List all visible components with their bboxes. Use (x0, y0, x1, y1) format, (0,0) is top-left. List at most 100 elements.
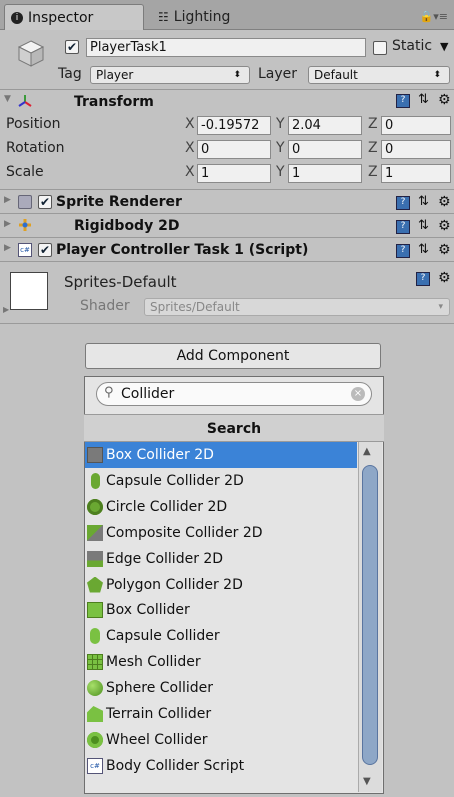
object-name-field[interactable]: PlayerTask1 (86, 38, 366, 57)
gear-icon[interactable]: ⚙ (438, 218, 451, 234)
capsule-collider-2d-icon (91, 472, 100, 489)
add-component-button[interactable]: Add Component (85, 343, 381, 369)
scroll-down-icon[interactable]: ▼ (363, 776, 371, 787)
result-item[interactable]: Mesh Collider (85, 649, 357, 675)
result-item[interactable]: c# Body Collider Script (85, 753, 357, 779)
info-icon: i (11, 11, 23, 24)
gear-icon[interactable]: ⚙ (438, 242, 451, 258)
mesh-collider-icon (87, 654, 103, 671)
rotation-y-field[interactable]: 0 (288, 140, 362, 159)
preset-sliders-icon[interactable]: ⇅ (418, 242, 429, 257)
position-z-label[interactable]: Z (368, 116, 378, 132)
rigidbody-section (0, 214, 454, 238)
result-item-label: Composite Collider 2D (106, 524, 263, 541)
result-item[interactable]: Composite Collider 2D (85, 520, 357, 546)
help-book-icon[interactable]: ? (396, 94, 410, 108)
clear-search-icon[interactable]: × (351, 387, 365, 401)
foldout-arrow-icon[interactable]: ▶ (3, 305, 9, 314)
rigidbody-icon (19, 219, 31, 231)
rotation-x-field[interactable]: 0 (197, 140, 271, 159)
box-collider-2d-icon (87, 447, 103, 463)
result-item-label: Terrain Collider (106, 706, 212, 722)
help-book-icon[interactable]: ? (396, 196, 410, 210)
result-item[interactable]: Terrain Collider (85, 701, 357, 727)
composite-collider-2d-icon (87, 524, 103, 541)
transform-axes-icon (18, 95, 32, 107)
static-label: Static (392, 38, 433, 54)
result-item-label: Circle Collider 2D (106, 498, 228, 515)
result-item[interactable]: Circle Collider 2D (85, 494, 357, 520)
result-item[interactable]: Box Collider 2D (85, 442, 357, 468)
help-book-icon[interactable]: ? (396, 220, 410, 234)
scale-z-label[interactable]: Z (368, 164, 378, 180)
rotation-z-field[interactable]: 0 (381, 140, 451, 159)
foldout-arrow-icon[interactable]: ▶ (4, 195, 11, 205)
layer-dropdown[interactable]: Default ⬍ (308, 66, 450, 84)
result-item-label: Mesh Collider (106, 654, 201, 671)
tab-inspector[interactable]: i Inspector (4, 4, 144, 30)
scale-x-label[interactable]: X (185, 164, 195, 180)
material-name: Sprites-Default (64, 273, 177, 291)
position-x-field[interactable]: -0.19572 (197, 116, 271, 135)
rotation-x-label[interactable]: X (185, 140, 195, 156)
result-item-label: Box Collider (106, 602, 190, 619)
scrollbar-thumb[interactable] (362, 465, 378, 765)
sprite-renderer-title[interactable]: Sprite Renderer (56, 194, 182, 210)
result-item[interactable]: Capsule Collider 2D (85, 468, 357, 494)
foldout-arrow-icon[interactable]: ▶ (4, 243, 11, 253)
dropdown-arrow-icon: ⬍ (433, 70, 441, 80)
gear-icon[interactable]: ⚙ (438, 194, 451, 210)
result-item[interactable]: Sphere Collider (85, 675, 357, 701)
position-y-field[interactable]: 2.04 (288, 116, 362, 135)
scale-y-label[interactable]: Y (276, 164, 285, 180)
tab-lighting[interactable]: ☷ Lighting (152, 4, 292, 30)
terrain-collider-icon (87, 706, 103, 722)
preset-sliders-icon[interactable]: ⇅ (418, 218, 429, 233)
active-checkbox[interactable]: ✔ (65, 40, 79, 54)
tag-dropdown[interactable]: Player ⬍ (90, 66, 250, 84)
rigidbody-title[interactable]: Rigidbody 2D (74, 218, 179, 234)
gear-icon[interactable]: ⚙ (438, 270, 451, 286)
component-search-input[interactable]: ⚲ Collider × (96, 382, 372, 406)
position-z-field[interactable]: 0 (381, 116, 451, 135)
scroll-up-icon[interactable]: ▲ (363, 446, 371, 457)
result-item[interactable]: Polygon Collider 2D (85, 572, 357, 598)
result-item-label: Polygon Collider 2D (106, 576, 243, 593)
rotation-y-label[interactable]: Y (276, 140, 285, 156)
result-item[interactable]: Capsule Collider (85, 623, 357, 649)
result-item[interactable]: Edge Collider 2D (85, 546, 357, 572)
result-item-label: Box Collider 2D (106, 447, 214, 463)
result-item[interactable]: Wheel Collider (85, 727, 357, 753)
foldout-arrow-icon[interactable]: ▶ (4, 219, 11, 229)
transform-title[interactable]: Transform (74, 94, 154, 110)
foldout-arrow-icon[interactable]: ▼ (4, 94, 11, 104)
shader-value: Sprites/Default (150, 300, 240, 314)
scale-z-field[interactable]: 1 (381, 164, 451, 183)
sphere-collider-icon (87, 680, 103, 697)
lock-icon[interactable]: 🔒▾≡ (420, 10, 448, 23)
shader-dropdown[interactable]: Sprites/Default ▾ (144, 298, 450, 316)
gear-icon[interactable]: ⚙ (438, 92, 451, 108)
sprite-renderer-checkbox[interactable]: ✔ (38, 195, 52, 209)
player-controller-title[interactable]: Player Controller Task 1 (Script) (56, 242, 308, 258)
rotation-z-label[interactable]: Z (368, 140, 378, 156)
scale-y-field[interactable]: 1 (288, 164, 362, 183)
tab-inspector-label: Inspector (28, 9, 94, 26)
preset-sliders-icon[interactable]: ⇅ (418, 92, 429, 107)
scale-x-field[interactable]: 1 (197, 164, 271, 183)
polygon-collider-2d-icon (87, 576, 103, 593)
help-book-icon[interactable]: ? (416, 272, 430, 286)
preset-sliders-icon[interactable]: ⇅ (418, 194, 429, 209)
help-book-icon[interactable]: ? (396, 244, 410, 258)
layer-value: Default (314, 68, 358, 82)
position-x-label[interactable]: X (185, 116, 195, 132)
static-dropdown-icon[interactable]: ▼ (440, 40, 448, 53)
search-value: Collider (121, 386, 175, 402)
static-checkbox[interactable] (373, 41, 387, 55)
scale-label: Scale (6, 164, 44, 180)
rotation-label: Rotation (6, 140, 65, 156)
player-controller-checkbox[interactable]: ✔ (38, 243, 52, 257)
layer-label: Layer (258, 66, 298, 82)
position-y-label[interactable]: Y (276, 116, 285, 132)
result-item[interactable]: Box Collider (85, 597, 357, 623)
